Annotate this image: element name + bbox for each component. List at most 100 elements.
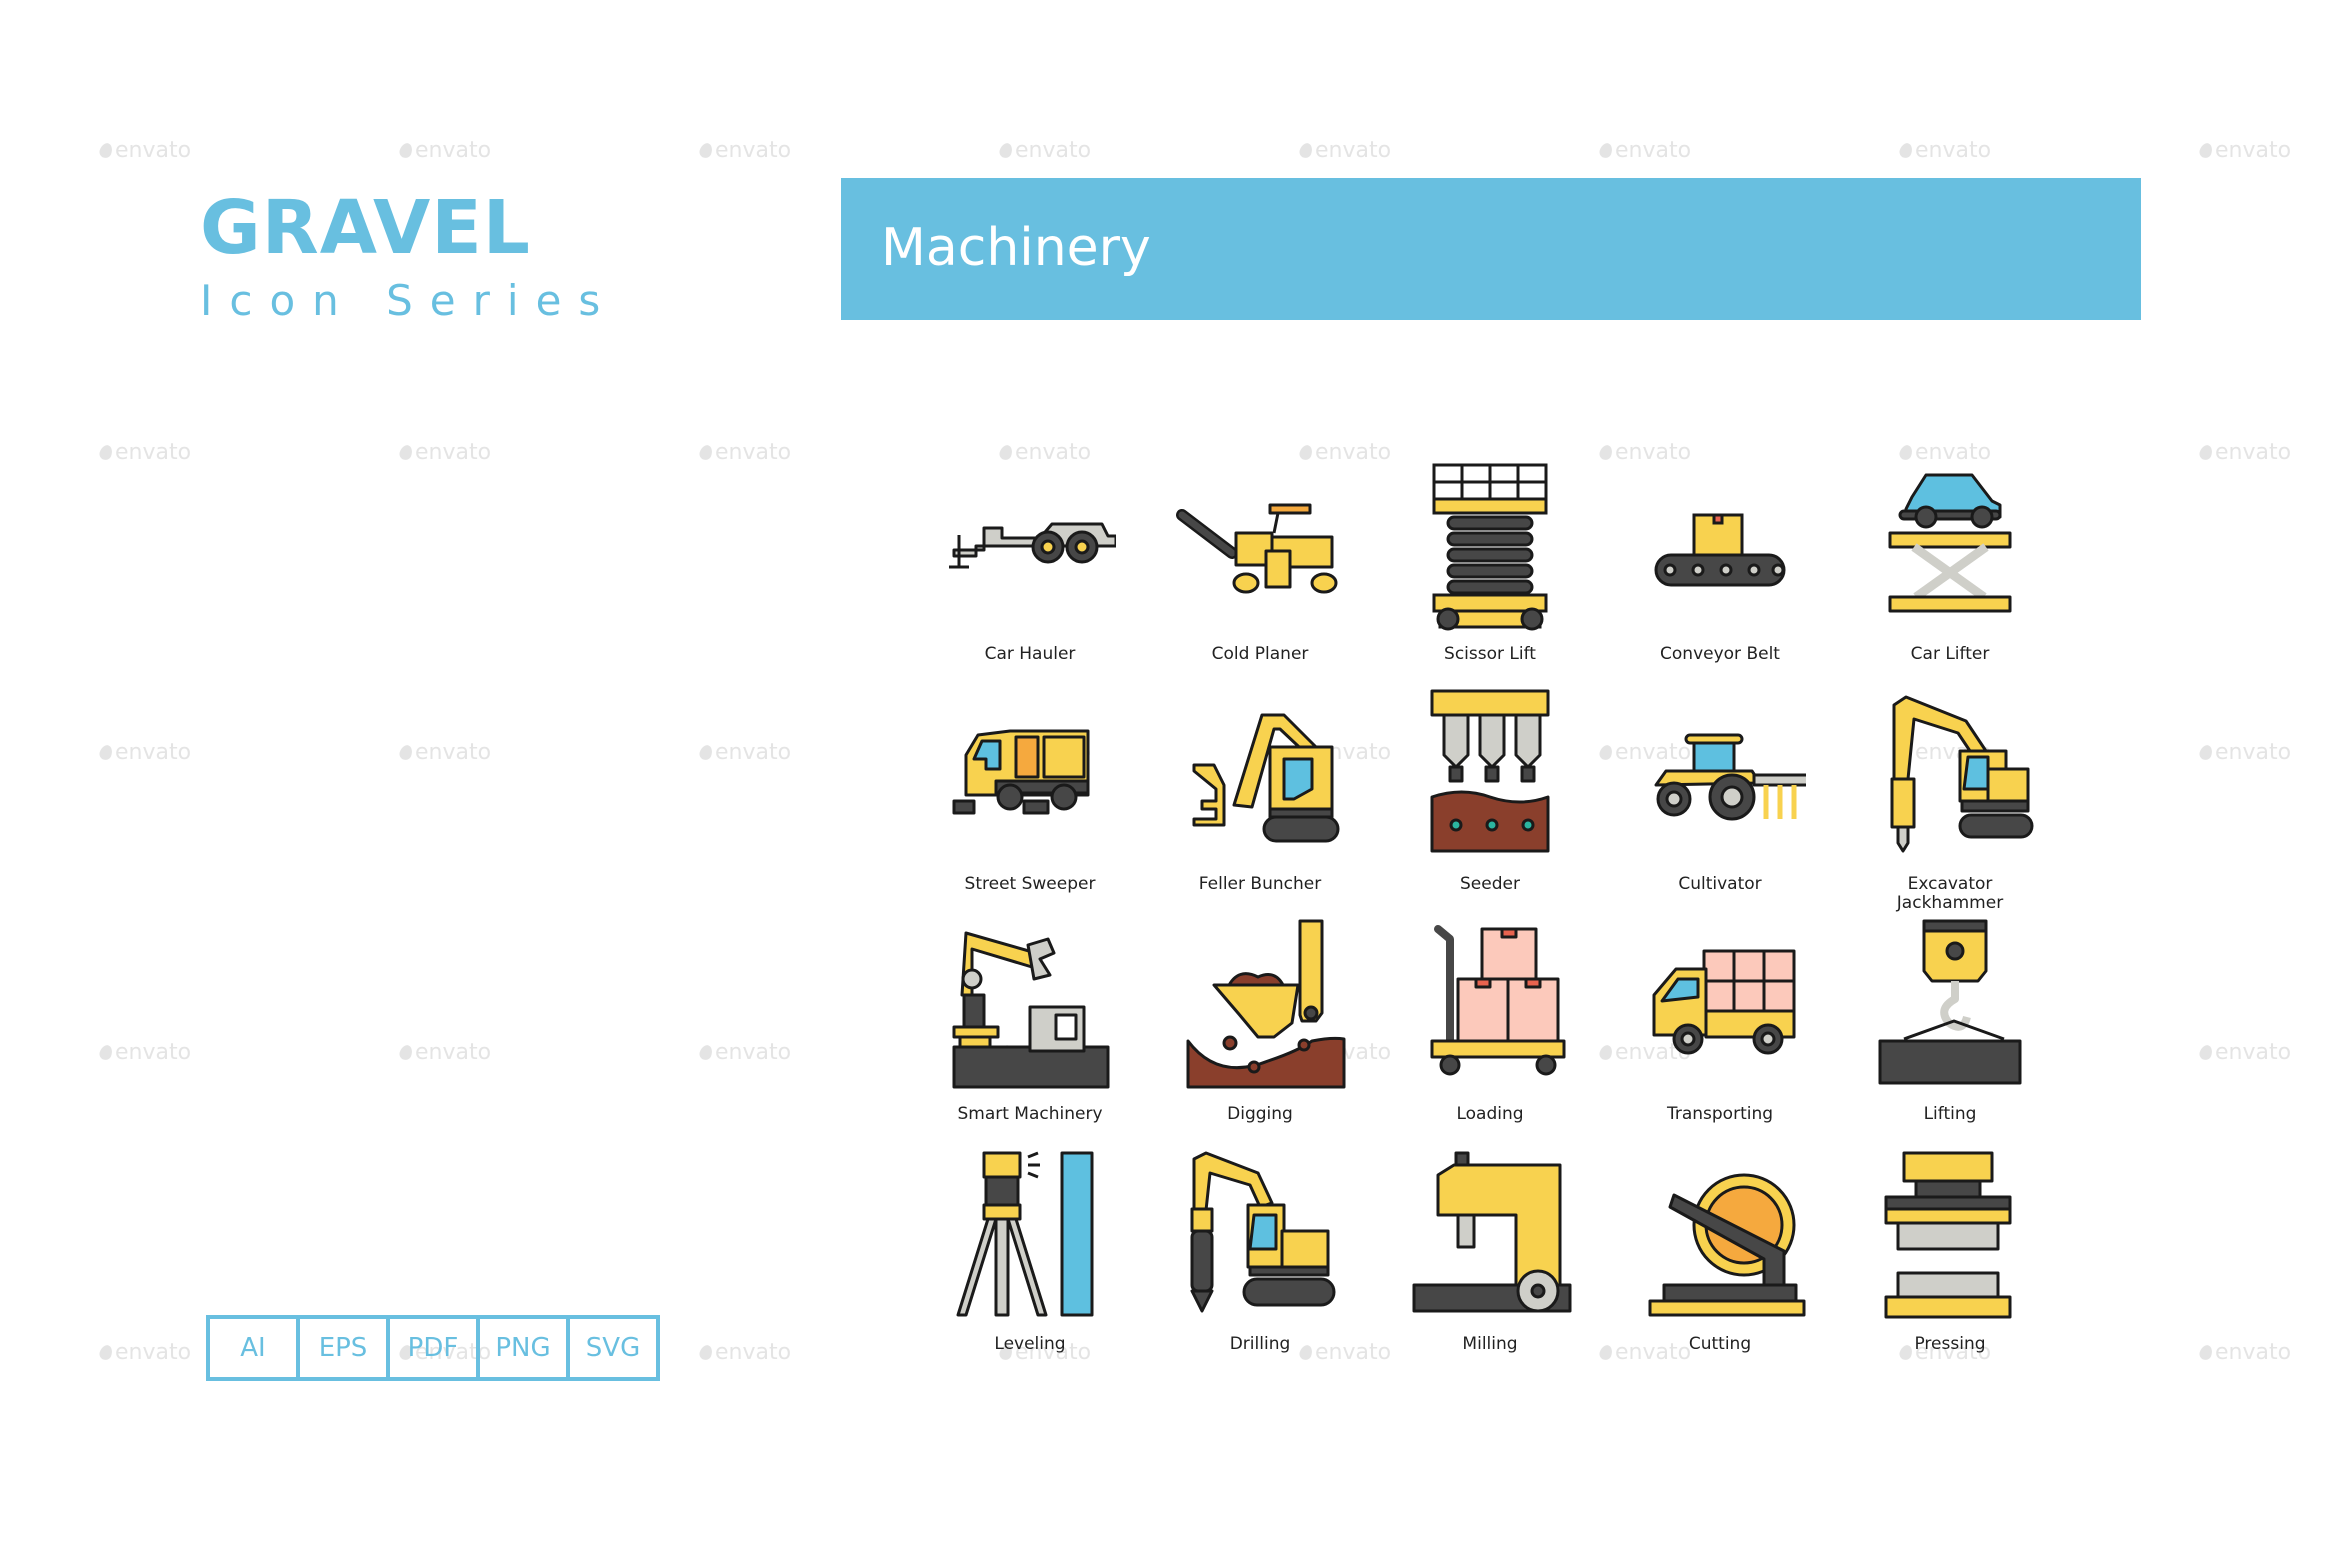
- icon-tile: Pressing: [1835, 1145, 2065, 1375]
- envato-watermark: envato: [697, 440, 792, 465]
- envato-drop-icon: [2197, 1043, 2215, 1062]
- envato-drop-icon: [397, 743, 415, 762]
- envato-drop-icon: [2197, 743, 2215, 762]
- envato-drop-icon: [97, 141, 115, 160]
- envato-drop-icon: [2197, 443, 2215, 462]
- watermark-text: envato: [715, 440, 792, 465]
- icon-label: Cold Planer: [1211, 644, 1309, 664]
- icon-label: Feller Buncher: [1198, 874, 1322, 894]
- watermark-text: envato: [1315, 138, 1392, 163]
- icon-tile: Street Sweeper: [915, 685, 1145, 915]
- watermark-text: envato: [1615, 138, 1692, 163]
- envato-watermark: envato: [697, 138, 791, 163]
- car-hauler-icon: [949, 522, 1116, 569]
- format-list: AI EPS PDF PNG SVG: [206, 1315, 660, 1381]
- format-eps: EPS: [296, 1319, 386, 1377]
- watermark-text: envato: [2215, 740, 2292, 765]
- excavator-jackhammer-icon: [1890, 695, 2034, 853]
- envato-drop-icon: [697, 743, 715, 762]
- envato-drop-icon: [1897, 141, 1915, 160]
- envato-watermark: envato: [2197, 440, 2292, 465]
- envato-watermark: envato: [97, 1340, 192, 1365]
- brand-subtitle: Icon Series: [200, 276, 618, 325]
- icon-tile: Milling: [1375, 1145, 1605, 1375]
- transporting-icon: [1652, 949, 1796, 1055]
- envato-drop-icon: [397, 1043, 415, 1062]
- envato-watermark: envato: [2197, 1340, 2292, 1365]
- envato-drop-icon: [97, 1343, 115, 1362]
- watermark-text: envato: [415, 138, 492, 163]
- envato-drop-icon: [397, 141, 415, 160]
- envato-watermark: envato: [2197, 1040, 2291, 1065]
- brand-block: GRAVEL Icon Series: [200, 188, 617, 326]
- envato-watermark: envato: [697, 1340, 791, 1365]
- icon-tile: Cutting: [1605, 1145, 1835, 1375]
- icon-tile: Drilling: [1145, 1145, 1375, 1375]
- icon-label: Loading: [1456, 1104, 1524, 1124]
- envato-watermark: envato: [397, 440, 492, 465]
- brand-title: GRAVEL: [200, 185, 531, 271]
- watermark-text: envato: [115, 138, 192, 163]
- watermark-text: envato: [415, 1040, 492, 1065]
- envato-drop-icon: [697, 1043, 715, 1062]
- watermark-text: envato: [2215, 138, 2292, 163]
- icon-label: Lifting: [1923, 1104, 1977, 1124]
- milling-icon: [1412, 1151, 1572, 1313]
- icon-tile: Digging: [1145, 915, 1375, 1145]
- icon-tile: Excavator Jackhammer: [1835, 685, 2065, 915]
- watermark-text: envato: [115, 1340, 192, 1365]
- scissor-lift-icon: [1432, 463, 1548, 631]
- envato-watermark: envato: [697, 740, 792, 765]
- icon-label: Digging: [1227, 1104, 1293, 1124]
- drilling-icon: [1190, 1151, 1336, 1313]
- cutting-icon: [1648, 1173, 1806, 1317]
- envato-drop-icon: [2197, 141, 2215, 160]
- loading-icon: [1430, 925, 1566, 1076]
- envato-watermark: envato: [2197, 138, 2292, 163]
- envato-drop-icon: [1297, 141, 1315, 160]
- envato-watermark: envato: [97, 138, 192, 163]
- icon-label: Seeder: [1460, 874, 1520, 894]
- icon-label: Cutting: [1688, 1334, 1752, 1354]
- cold-planer-icon: [1176, 503, 1338, 594]
- feller-buncher-icon: [1192, 713, 1340, 843]
- icon-tile: Cultivator: [1605, 685, 1835, 915]
- watermark-text: envato: [2215, 1340, 2292, 1365]
- envato-drop-icon: [697, 141, 715, 160]
- icon-tile: Car Hauler: [915, 455, 1145, 685]
- envato-drop-icon: [397, 443, 415, 462]
- watermark-text: envato: [115, 1040, 192, 1065]
- pressing-icon: [1884, 1151, 2012, 1319]
- icon-label: Excavator Jackhammer: [1896, 874, 2004, 913]
- icon-tile: Conveyor Belt: [1605, 455, 1835, 685]
- envato-drop-icon: [97, 743, 115, 762]
- category-title: Machinery: [881, 218, 1151, 278]
- watermark-text: envato: [715, 740, 792, 765]
- envato-drop-icon: [997, 141, 1015, 160]
- leveling-icon: [956, 1151, 1094, 1317]
- envato-watermark: envato: [97, 1040, 192, 1065]
- envato-watermark: envato: [1897, 138, 1992, 163]
- conveyor-belt-icon: [1654, 513, 1786, 587]
- envato-watermark: envato: [1297, 138, 1392, 163]
- icon-label: Leveling: [994, 1334, 1066, 1354]
- format-png: PNG: [476, 1319, 566, 1377]
- icon-label: Car Hauler: [984, 644, 1076, 664]
- envato-drop-icon: [697, 1343, 715, 1362]
- icon-label: Transporting: [1666, 1104, 1774, 1124]
- watermark-text: envato: [115, 740, 192, 765]
- icon-tile: Seeder: [1375, 685, 1605, 915]
- watermark-text: envato: [415, 440, 492, 465]
- watermark-text: envato: [1915, 138, 1992, 163]
- envato-drop-icon: [2197, 1343, 2215, 1362]
- envato-watermark: envato: [1597, 138, 1692, 163]
- envato-watermark: envato: [97, 440, 191, 465]
- lifting-icon: [1878, 919, 2022, 1085]
- icon-tile: Lifting: [1835, 915, 2065, 1145]
- icon-label: Street Sweeper: [964, 874, 1096, 894]
- icon-label: Scissor Lift: [1444, 644, 1536, 664]
- category-banner: Machinery: [841, 178, 2141, 320]
- watermark-text: envato: [2215, 440, 2292, 465]
- envato-watermark: envato: [97, 740, 192, 765]
- icon-label: Cultivator: [1678, 874, 1762, 894]
